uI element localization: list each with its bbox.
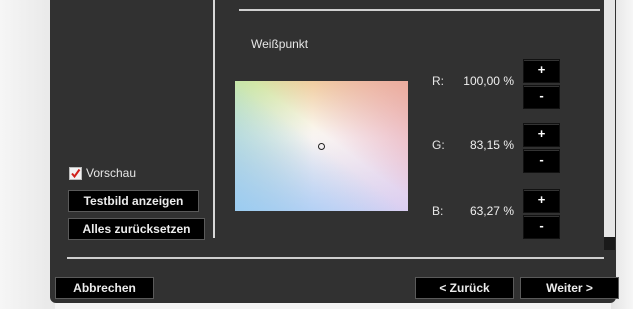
section-divider-top xyxy=(239,9,600,11)
whitepoint-marker-icon[interactable] xyxy=(318,143,325,150)
window-shadow-left xyxy=(0,0,55,309)
channel-r-value: 100,00 % xyxy=(463,74,514,88)
preview-label: Vorschau xyxy=(86,166,137,180)
channel-r-plus-button[interactable]: + xyxy=(523,59,560,83)
next-button[interactable]: Weiter > xyxy=(520,277,619,299)
cancel-button[interactable]: Abbrechen xyxy=(55,277,154,299)
checkmark-icon xyxy=(71,168,81,179)
panel-divider-vertical xyxy=(213,0,215,238)
reset-all-button[interactable]: Alles zurücksetzen xyxy=(68,218,205,240)
channel-b-minus-button[interactable]: - xyxy=(523,215,560,239)
scrollbar-thumb[interactable] xyxy=(604,237,615,250)
channel-r-minus-button[interactable]: - xyxy=(523,85,560,109)
whitepoint-color-picker[interactable] xyxy=(235,81,408,211)
channel-g-value: 83,15 % xyxy=(469,138,514,152)
channel-g-minus-button[interactable]: - xyxy=(523,149,560,173)
channel-g-plus-button[interactable]: + xyxy=(523,123,560,147)
preview-checkbox[interactable] xyxy=(69,167,82,180)
channel-g-label: G: xyxy=(432,138,445,152)
channel-b-label: B: xyxy=(432,204,444,218)
show-test-image-button[interactable]: Testbild anzeigen xyxy=(68,190,199,212)
channel-r-label: R: xyxy=(432,74,444,88)
scrollbar-track[interactable] xyxy=(604,0,615,250)
back-button[interactable]: < Zurück xyxy=(415,277,514,299)
whitepoint-heading: Weißpunkt xyxy=(251,37,309,51)
channel-b-plus-button[interactable]: + xyxy=(523,189,560,213)
channel-b-value: 63,27 % xyxy=(469,204,514,218)
footer-divider xyxy=(67,257,604,259)
